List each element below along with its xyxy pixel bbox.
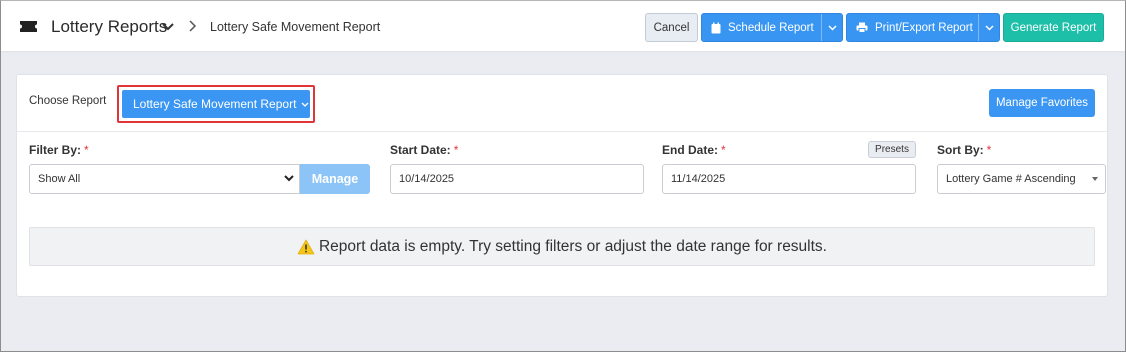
- required-mark: *: [453, 143, 459, 157]
- calendar-icon: [711, 22, 721, 33]
- sort-by-select[interactable]: Lottery Game # Ascending: [937, 164, 1106, 194]
- start-date-value: 10/14/2025: [399, 173, 455, 185]
- start-date-input[interactable]: 10/14/2025: [390, 164, 644, 194]
- chevron-down-icon: [284, 175, 294, 182]
- cancel-button[interactable]: Cancel: [645, 13, 698, 42]
- print-dropdown-toggle[interactable]: [978, 14, 999, 41]
- chevron-down-icon: [827, 24, 837, 31]
- divider: [17, 131, 1107, 132]
- manage-filter-button[interactable]: Manage: [300, 164, 370, 194]
- required-mark: *: [721, 143, 726, 157]
- filter-by-select[interactable]: Show All: [29, 164, 300, 194]
- end-date-label: End Date: *: [662, 143, 726, 157]
- generate-report-button[interactable]: Generate Report: [1003, 13, 1104, 42]
- empty-report-message: Report data is empty. Try setting filter…: [29, 227, 1095, 266]
- warning-icon: [297, 239, 315, 254]
- empty-report-text: Report data is empty. Try setting filter…: [318, 237, 827, 255]
- chevron-down-icon[interactable]: [161, 20, 175, 32]
- report-card: Choose Report Lottery Safe Movement Repo…: [16, 74, 1108, 297]
- top-header: Lottery Reports Lottery Safe Movement Re…: [1, 1, 1125, 51]
- print-export-button[interactable]: Print/Export Report: [846, 13, 1000, 42]
- sort-by-label-text: Sort By:: [937, 143, 984, 157]
- app-title[interactable]: Lottery Reports: [51, 17, 167, 37]
- sort-by-value: Lottery Game # Ascending: [946, 173, 1076, 185]
- chevron-down-icon: [301, 102, 309, 107]
- required-mark: *: [84, 143, 89, 157]
- chevron-down-icon: [984, 24, 994, 31]
- report-select-value: Lottery Safe Movement Report: [133, 97, 297, 111]
- presets-label: Presets: [875, 144, 909, 155]
- generate-report-label: Generate Report: [1010, 21, 1097, 34]
- manage-filter-label: Manage: [311, 172, 359, 186]
- report-select-button[interactable]: Lottery Safe Movement Report: [122, 90, 310, 118]
- start-date-label: Start Date: *: [390, 143, 458, 157]
- start-date-label-text: Start Date:: [390, 143, 451, 157]
- filter-by-label: Filter By: *: [29, 143, 89, 157]
- manage-favorites-label: Manage Favorites: [995, 97, 1089, 109]
- printer-icon: [856, 22, 868, 33]
- presets-button[interactable]: Presets: [868, 141, 916, 158]
- end-date-value: 11/14/2025: [671, 173, 726, 185]
- print-export-label: Print/Export Report: [875, 21, 973, 34]
- filter-by-value: Show All: [38, 173, 81, 185]
- required-mark: *: [986, 143, 992, 157]
- report-select-highlight: Lottery Safe Movement Report: [117, 85, 315, 123]
- cancel-button-label: Cancel: [653, 21, 690, 34]
- breadcrumb: Lottery Safe Movement Report: [210, 20, 381, 34]
- chevron-right-icon: [189, 20, 197, 32]
- schedule-report-button[interactable]: Schedule Report: [701, 13, 843, 42]
- filter-by-label-text: Filter By:: [29, 143, 82, 157]
- ticket-icon: [20, 21, 37, 32]
- manage-favorites-button[interactable]: Manage Favorites: [989, 89, 1095, 117]
- choose-report-label: Choose Report: [29, 95, 107, 107]
- schedule-dropdown-toggle[interactable]: [821, 14, 842, 41]
- dropdown-arrow-icon: [1092, 177, 1098, 181]
- end-date-label-text: End Date:: [662, 143, 719, 157]
- end-date-input[interactable]: 11/14/2025: [662, 164, 916, 194]
- sort-by-label: Sort By: *: [937, 143, 991, 157]
- schedule-report-label: Schedule Report: [728, 21, 814, 34]
